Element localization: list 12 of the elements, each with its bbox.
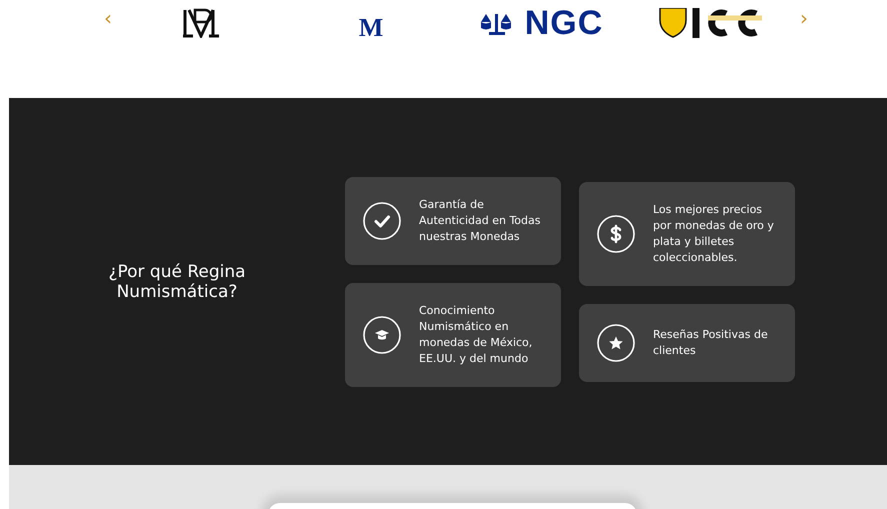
dollar-icon xyxy=(597,214,635,252)
feature-text: Los mejores precios por monedas de oro y plata y billetes coleccionables. xyxy=(653,202,775,266)
monogram-logo-icon xyxy=(181,8,221,38)
feature-text: Reseñas Positivas de clientes xyxy=(653,326,769,358)
feature-text: Garantía de Autenticidad en Todas nuestras Monedas xyxy=(419,196,542,244)
logo-letter: M xyxy=(358,16,384,38)
shield-logo-icon xyxy=(658,8,764,38)
logo-wordmark: NGC xyxy=(524,10,604,36)
check-icon xyxy=(363,202,401,240)
section-title: ¿Por qué Regina Numismática? xyxy=(107,262,247,302)
feature-text: Conocimiento Numismático en monedas de México, EE.UU. y del mundo xyxy=(419,302,534,366)
graduation-cap-icon xyxy=(363,316,401,354)
